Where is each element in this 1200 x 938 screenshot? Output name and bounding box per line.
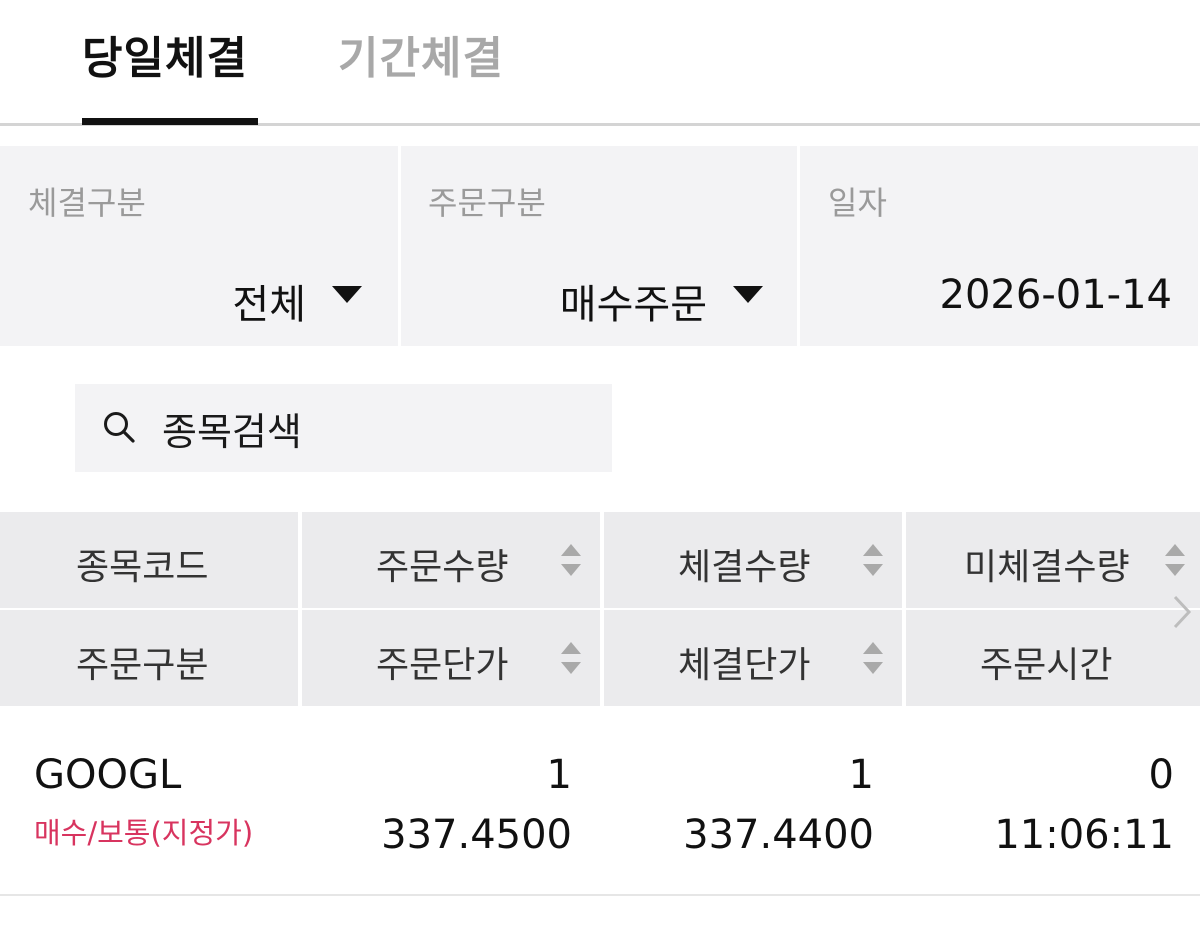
executed-price: 337.4400 <box>683 812 874 858</box>
execution-type-value: 전체 <box>232 282 306 328</box>
execution-type-label: 체결구분 <box>28 184 146 222</box>
order-type-value: 매수주문 <box>559 282 707 328</box>
executed-quantity: 1 <box>848 752 874 798</box>
header-order-time: 주문시간 <box>906 610 1200 706</box>
active-tab-indicator <box>82 118 258 125</box>
date-filter[interactable]: 일자 2026-01-14 <box>800 146 1198 346</box>
order-quantity: 1 <box>546 752 572 798</box>
chevron-right-icon[interactable] <box>1170 592 1194 632</box>
caret-down-icon <box>332 286 362 303</box>
header-label: 체결수량 <box>678 547 811 588</box>
order-price: 337.4500 <box>381 812 572 858</box>
header-label: 주문구분 <box>76 645 209 686</box>
sort-icon <box>863 544 883 576</box>
header-label: 주문수량 <box>376 547 509 588</box>
sort-icon <box>561 642 581 674</box>
order-type-value: 매수/보통(지정가) <box>34 816 254 850</box>
header-label: 체결단가 <box>678 645 811 686</box>
order-time: 11:06:11 <box>994 812 1174 858</box>
header-label: 주문단가 <box>376 645 509 686</box>
stock-search-input[interactable] <box>75 384 612 472</box>
header-order-qty[interactable]: 주문수량 <box>302 512 600 608</box>
tab-period-executions[interactable]: 기간체결 <box>338 22 504 86</box>
search-icon <box>104 412 135 443</box>
execution-type-filter[interactable]: 체결구분 전체 <box>0 146 398 346</box>
header-stock-code: 종목코드 <box>0 512 298 608</box>
table-header: 종목코드 주문수량 체결수량 미체결수량 주문구분 주문단가 체결단가 주문시간 <box>0 512 1200 706</box>
header-order-type: 주문구분 <box>0 610 298 706</box>
date-value: 2026-01-14 <box>939 272 1172 318</box>
date-label: 일자 <box>828 184 887 222</box>
header-exec-qty[interactable]: 체결수량 <box>604 512 902 608</box>
filter-bar: 체결구분 전체 주문구분 매수주문 일자 2026-01-14 <box>0 146 1200 346</box>
header-label: 종목코드 <box>76 547 209 588</box>
sort-icon <box>561 544 581 576</box>
sort-icon <box>1165 544 1185 576</box>
table-row[interactable]: GOOGL 매수/보통(지정가) 1 337.4500 1 337.4400 0… <box>0 706 1200 896</box>
tab-bar: 당일체결 기간체결 <box>0 0 1200 126</box>
stock-code: GOOGL <box>34 752 182 798</box>
header-label: 주문시간 <box>980 645 1113 686</box>
tab-today-executions[interactable]: 당일체결 <box>82 22 248 86</box>
search-placeholder: 종목검색 <box>162 410 302 454</box>
sort-icon <box>863 642 883 674</box>
caret-down-icon <box>733 286 763 303</box>
order-type-label: 주문구분 <box>428 184 546 222</box>
header-order-price[interactable]: 주문단가 <box>302 610 600 706</box>
header-exec-price[interactable]: 체결단가 <box>604 610 902 706</box>
header-label: 미체결수량 <box>964 547 1130 588</box>
unexecuted-quantity: 0 <box>1148 752 1174 798</box>
order-type-filter[interactable]: 주문구분 매수주문 <box>401 146 797 346</box>
header-unexec-qty[interactable]: 미체결수량 <box>906 512 1200 608</box>
